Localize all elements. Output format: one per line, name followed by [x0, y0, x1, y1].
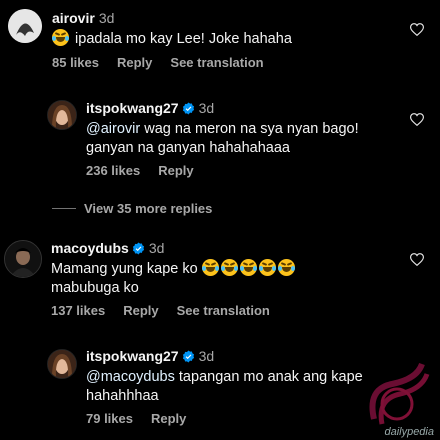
- heart-icon[interactable]: [410, 253, 424, 266]
- comment-meta: 79 likes Reply: [86, 411, 204, 426]
- mention-link[interactable]: @macoydubs: [86, 369, 175, 385]
- comment-text: Mamang yung kape ko mabubuga ko: [51, 259, 371, 298]
- comment-meta: 85 likes Reply See translation: [52, 55, 282, 70]
- like-count[interactable]: 236 likes: [86, 163, 140, 178]
- laughing-emoji-icon: [220, 259, 238, 276]
- view-more-replies-button[interactable]: View 35 more replies: [52, 201, 212, 216]
- laughing-emoji-icon: [277, 259, 295, 276]
- comment-username[interactable]: macoydubs 3d: [51, 240, 164, 256]
- comment-time: 3d: [148, 240, 165, 256]
- like-count[interactable]: 79 likes: [86, 411, 133, 426]
- laughing-emoji-icon: [52, 29, 69, 46]
- reply-button[interactable]: Reply: [123, 303, 158, 318]
- comment-username[interactable]: airovir 3d: [52, 10, 114, 26]
- comment-text: @airovir wag na meron na sya nyan bago! …: [86, 121, 359, 156]
- divider: [52, 208, 76, 209]
- avatar-itspokwang27[interactable]: [47, 349, 77, 379]
- watermark-logo-icon: [369, 362, 430, 425]
- laughing-emoji-icon: [258, 259, 276, 276]
- laughing-emoji-icon: [239, 259, 257, 276]
- watermark-text: dailypedia: [384, 426, 434, 438]
- avatar-airovir[interactable]: [8, 9, 42, 43]
- comment-time: 3d: [98, 10, 115, 26]
- heart-icon[interactable]: [410, 113, 424, 126]
- verified-badge-icon: [132, 242, 144, 255]
- view-more-label: View 35 more replies: [84, 201, 213, 216]
- comment-text: @macoydubs tapangan mo anak ang kape hah…: [86, 369, 363, 404]
- comment-username[interactable]: itspokwang27 3d: [86, 348, 214, 364]
- reply-button[interactable]: Reply: [117, 55, 152, 70]
- avatar-macoydubs[interactable]: [4, 240, 42, 278]
- comment-time: 3d: [198, 100, 215, 116]
- heart-icon[interactable]: [410, 23, 424, 36]
- like-count[interactable]: 137 likes: [51, 303, 105, 318]
- avatar-itspokwang27[interactable]: [47, 100, 77, 130]
- verified-badge-icon: [182, 350, 194, 363]
- comment-text: ipadala mo kay Lee! Joke hahaha: [52, 29, 382, 49]
- comment-meta: 236 likes Reply: [86, 163, 212, 178]
- reply-button[interactable]: Reply: [158, 163, 193, 178]
- comment-username[interactable]: itspokwang27 3d: [86, 100, 214, 116]
- mention-link[interactable]: @airovir: [86, 121, 140, 137]
- laughing-emoji-icon: [201, 259, 219, 276]
- reply-button[interactable]: Reply: [151, 411, 186, 426]
- like-count[interactable]: 85 likes: [52, 55, 99, 70]
- see-translation-button[interactable]: See translation: [177, 303, 270, 318]
- comment-meta: 137 likes Reply See translation: [51, 303, 288, 318]
- comment-time: 3d: [198, 348, 215, 364]
- see-translation-button[interactable]: See translation: [170, 55, 263, 70]
- verified-badge-icon: [182, 102, 194, 115]
